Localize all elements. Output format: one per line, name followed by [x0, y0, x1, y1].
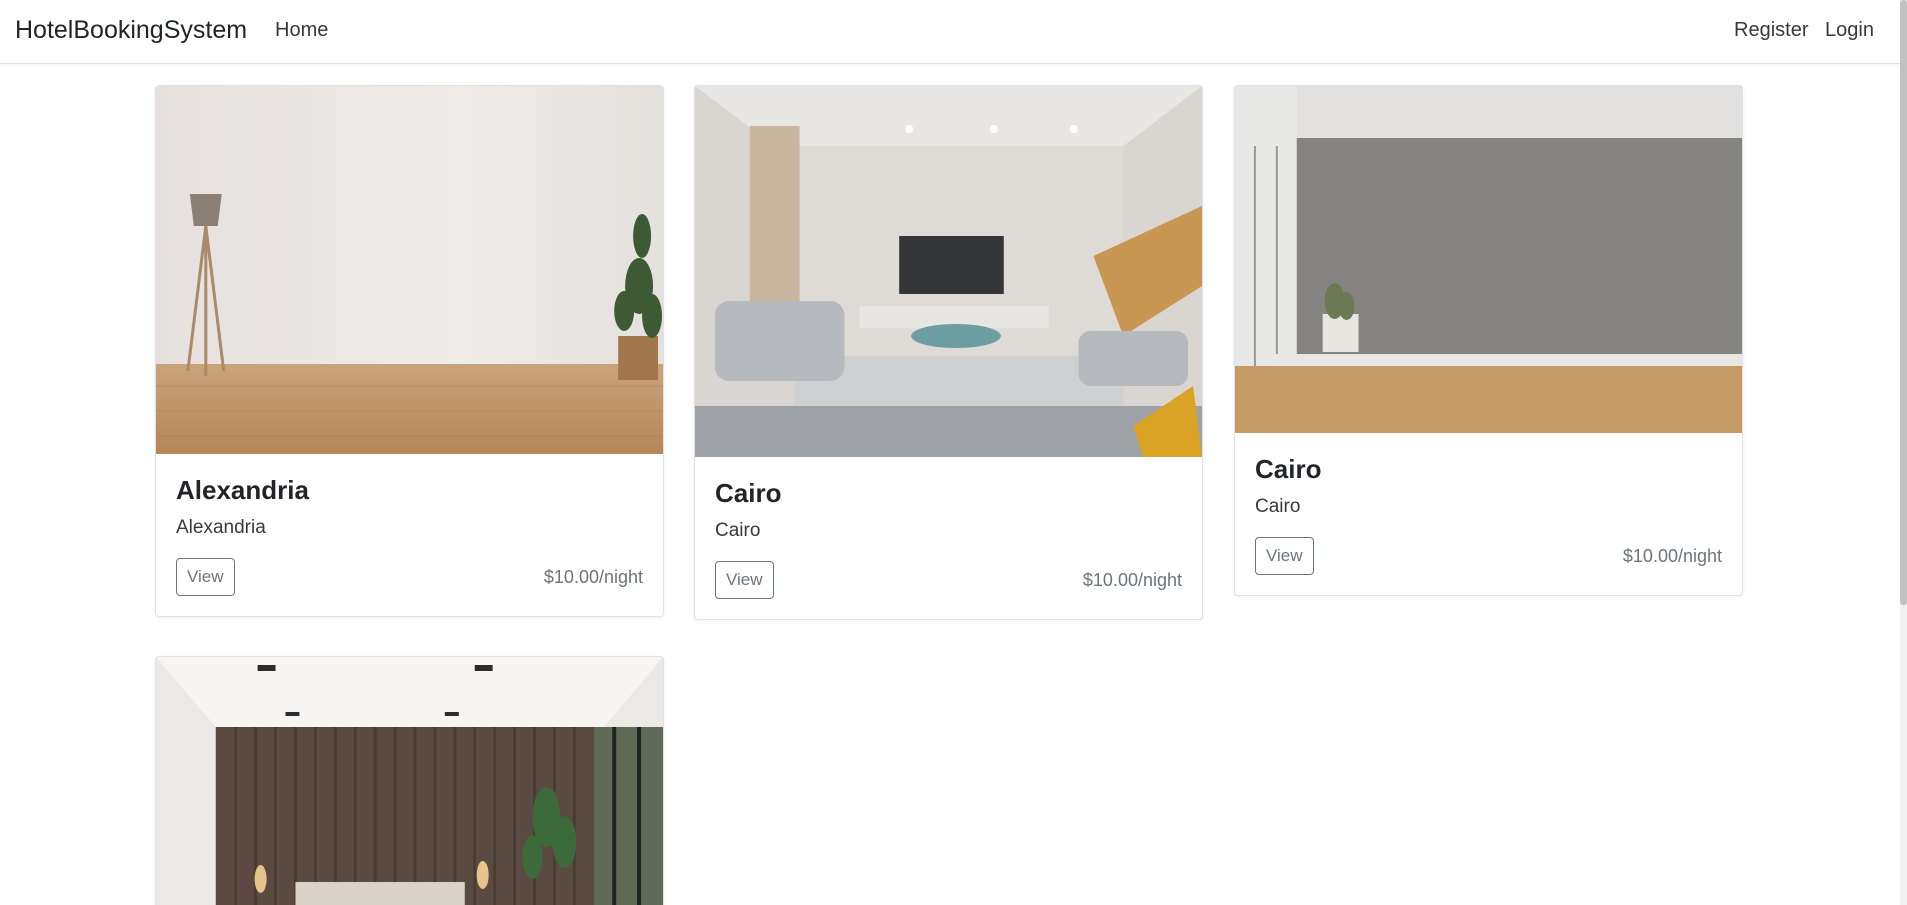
hotel-price: $10.00/night — [1082, 570, 1182, 590]
hotel-title: Alexandria — [176, 475, 309, 505]
nav-home-link[interactable]: Home — [275, 18, 328, 42]
nav-login-link[interactable]: Login — [1825, 18, 1874, 42]
navbar: HotelBookingSystem Home Register Login — [0, 0, 1900, 64]
hotel-card-3: Cairo Cairo View $10.00/night — [1234, 85, 1743, 596]
empty-room-lamp-plant-image — [156, 86, 663, 454]
hotel-card-4 — [155, 656, 664, 905]
brand-link[interactable]: HotelBookingSystem — [15, 15, 247, 45]
page-scrollbar[interactable] — [1900, 0, 1907, 905]
card-footer: View $10.00/night — [1255, 537, 1722, 575]
hotel-card-1: Alexandria Alexandria View $10.00/night — [155, 85, 664, 617]
hotel-image-1 — [156, 86, 663, 454]
view-button[interactable]: View — [176, 558, 235, 596]
hotel-city: Cairo — [715, 520, 761, 541]
hotel-price: $10.00/night — [543, 567, 643, 587]
hotel-title: Cairo — [1255, 454, 1322, 484]
hotel-image-3 — [1235, 86, 1742, 433]
view-button[interactable]: View — [1255, 537, 1314, 575]
hotel-city: Cairo — [1255, 496, 1301, 517]
hotel-card-2: Cairo Cairo View $10.00/night — [694, 85, 1203, 620]
view-button[interactable]: View — [715, 561, 774, 599]
card-footer: View $10.00/night — [715, 561, 1182, 599]
card-body-2: Cairo Cairo View $10.00/night — [695, 457, 1202, 619]
card-footer: View $10.00/night — [176, 558, 643, 596]
hotel-city: Alexandria — [176, 517, 266, 538]
hotel-title: Cairo — [715, 478, 782, 508]
hotel-image-4 — [156, 657, 663, 905]
card-body-3: Cairo Cairo View $10.00/night — [1235, 433, 1742, 595]
scrollbar-thumb[interactable] — [1900, 0, 1907, 605]
living-room-tv-sofa-image — [695, 86, 1202, 457]
card-body-1: Alexandria Alexandria View $10.00/night — [156, 454, 663, 616]
bedroom-wood-panels-image — [156, 657, 663, 905]
grey-wall-room-image — [1235, 86, 1742, 433]
nav-register-link[interactable]: Register — [1734, 18, 1808, 42]
hotel-image-2 — [695, 86, 1202, 457]
hotel-price: $10.00/night — [1622, 546, 1722, 566]
